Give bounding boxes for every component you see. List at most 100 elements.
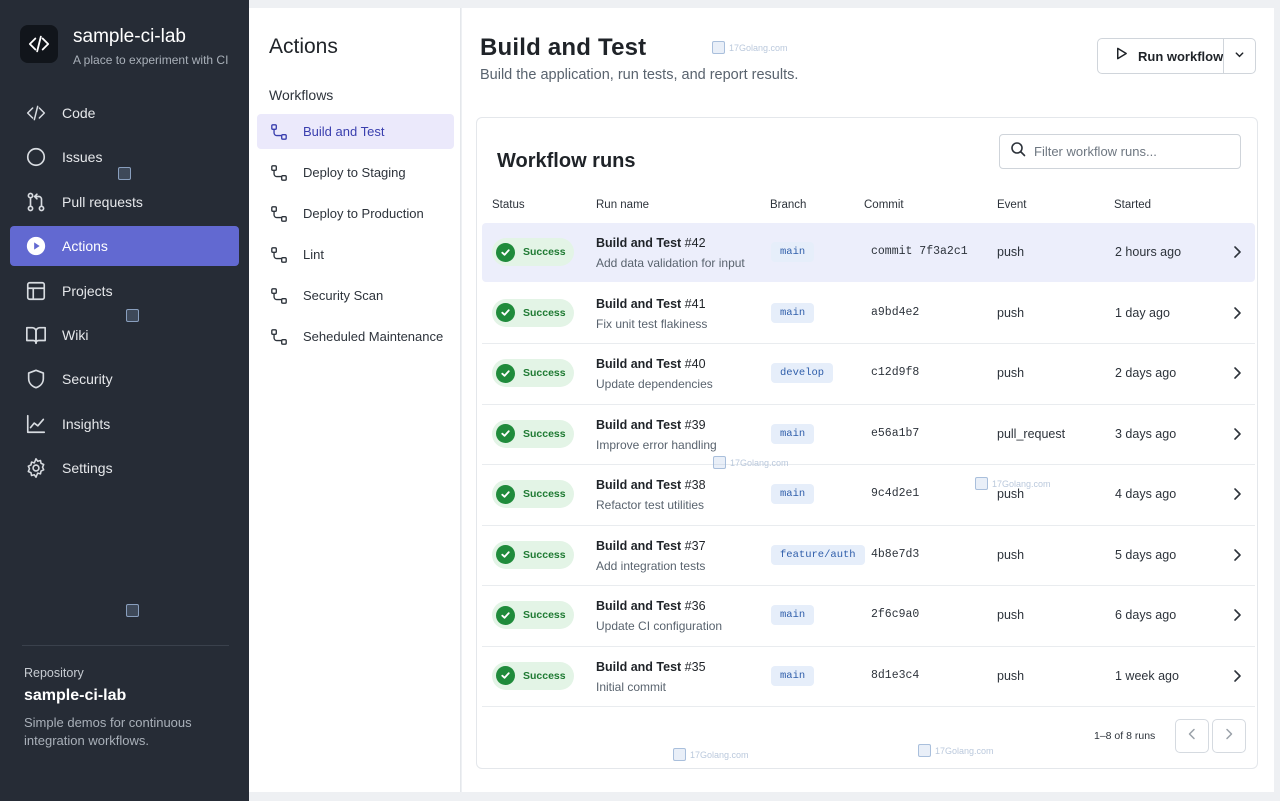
status-badge: Success <box>492 359 574 387</box>
run-row[interactable]: Success Build and Test #37 Add integrati… <box>482 526 1255 586</box>
status-badge: Success <box>492 238 574 266</box>
chevron-right-icon <box>1223 727 1235 746</box>
col-event[interactable]: Event <box>997 199 1026 211</box>
watermark-logo <box>126 604 143 617</box>
run-message: Refactor test utilities <box>596 498 705 512</box>
branch-badge[interactable]: develop <box>771 363 834 383</box>
workflow-icon <box>269 163 289 183</box>
chevron-right-icon[interactable] <box>1230 305 1244 321</box>
nav-item-code[interactable]: Code <box>10 93 239 133</box>
run-title[interactable]: Build and Test #37 <box>596 539 706 553</box>
run-row[interactable]: Success Build and Test #41 Fix unit test… <box>482 284 1255 344</box>
nav-item-label: Code <box>62 105 96 121</box>
col-branch[interactable]: Branch <box>770 199 806 211</box>
workflow-item-deploy-staging[interactable]: Deploy to Staging <box>257 155 454 190</box>
run-message: Update dependencies <box>596 377 713 391</box>
status-badge: Success <box>492 419 574 448</box>
chevron-left-icon <box>1186 727 1198 746</box>
run-title[interactable]: Build and Test #41 <box>596 297 706 311</box>
run-row[interactable]: Success Build and Test #35 Initial commi… <box>482 647 1255 707</box>
nav-item-label: Issues <box>62 149 103 166</box>
run-workflow-dropdown[interactable] <box>1223 39 1255 73</box>
workflow-label: Build and Test <box>303 124 385 139</box>
branch-badge[interactable]: main <box>771 484 815 504</box>
run-row[interactable]: Success Build and Test #42 Add data vali… <box>482 223 1255 282</box>
commit-sha[interactable]: c12d9f8 <box>871 366 919 379</box>
nav-item-actions[interactable]: Actions <box>10 226 239 267</box>
workflow-item-lint[interactable]: Lint <box>257 237 454 272</box>
branch-badge[interactable]: main <box>771 302 815 323</box>
run-title[interactable]: Build and Test #35 <box>596 660 706 674</box>
sidebar-divider <box>22 645 229 646</box>
started-time: 1 day ago <box>1115 305 1170 320</box>
chevron-right-icon[interactable] <box>1230 244 1244 260</box>
nav-item-label: Settings <box>62 460 113 477</box>
col-status[interactable]: Status <box>492 199 525 211</box>
branch-badge[interactable]: main <box>771 242 815 262</box>
run-title[interactable]: Build and Test #39 <box>596 418 706 432</box>
prev-page-button[interactable] <box>1175 719 1209 753</box>
branch-badge[interactable]: main <box>771 423 815 444</box>
watermark: 17Golang.com <box>975 477 1051 490</box>
workflow-item-build-and-test[interactable]: Build and Test <box>257 114 454 149</box>
commit-sha[interactable]: a9bd4e2 <box>871 306 919 319</box>
workflow-list: Build and Test Deploy to Staging Deploy … <box>257 114 454 360</box>
chevron-right-icon[interactable] <box>1230 426 1244 442</box>
nav-item-pull-requests[interactable]: Pull requests <box>10 182 239 222</box>
run-title[interactable]: Build and Test #36 <box>596 599 706 613</box>
workflow-icon <box>269 204 289 224</box>
commit-sha[interactable]: 8d1e3c4 <box>871 669 919 682</box>
runs-table-body: Success Build and Test #42 Add data vali… <box>482 223 1255 707</box>
repo-label: Repository <box>24 666 84 680</box>
nav-item-insights[interactable]: Insights <box>10 404 239 444</box>
workflow-item-security-scan[interactable]: Security Scan <box>257 278 454 313</box>
nav-item-wiki[interactable]: Wiki <box>10 315 239 355</box>
run-row[interactable]: Success Build and Test #38 Refactor test… <box>482 465 1255 526</box>
run-title[interactable]: Build and Test #38 <box>596 478 706 492</box>
graph-icon <box>24 412 48 436</box>
workflow-item-scheduled-maintenance[interactable]: Seheduled Maintenance <box>257 319 454 354</box>
event-type: push <box>997 608 1025 622</box>
run-row[interactable]: Success Build and Test #36 Update CI con… <box>482 586 1255 647</box>
col-commit[interactable]: Commit <box>864 199 904 211</box>
workflow-item-deploy-production[interactable]: Deploy to Production <box>257 196 454 231</box>
watermark: 17Golang.com <box>712 41 788 54</box>
watermark-logo <box>118 167 135 180</box>
run-title[interactable]: Build and Test #40 <box>596 357 706 371</box>
chevron-right-icon[interactable] <box>1230 486 1244 502</box>
workflow-runs-card: Workflow runs Status Run name Branch Com… <box>476 117 1258 769</box>
workflow-label: Seheduled Maintenance <box>303 329 444 344</box>
run-title[interactable]: Build and Test #42 <box>596 236 706 250</box>
col-run-name[interactable]: Run name <box>596 199 649 211</box>
filter-box <box>999 134 1241 169</box>
nav-item-security[interactable]: Security <box>10 359 239 399</box>
workflow-label: Deploy to Staging <box>303 165 406 180</box>
run-row[interactable]: Success Build and Test #39 Improve error… <box>482 405 1255 465</box>
chevron-right-icon[interactable] <box>1230 547 1244 563</box>
run-workflow-main[interactable]: Run workflow <box>1098 39 1223 73</box>
chevron-right-icon[interactable] <box>1230 365 1244 381</box>
workflow-icon <box>269 245 289 265</box>
branch-badge[interactable]: feature/auth <box>771 544 865 565</box>
commit-sha[interactable]: 4b8e7d3 <box>871 548 919 561</box>
next-page-button[interactable] <box>1212 719 1246 753</box>
status-badge: Success <box>492 298 574 327</box>
filter-runs-input[interactable] <box>1034 144 1234 159</box>
commit-sha[interactable]: 9c4d2e1 <box>871 487 919 500</box>
col-started[interactable]: Started <box>1114 199 1151 211</box>
commit-sha[interactable]: commit 7f3a2c1 <box>871 245 968 258</box>
repo-header[interactable]: sample-ci-lab A place to experiment with… <box>20 25 228 67</box>
branch-badge[interactable]: main <box>771 665 815 686</box>
commit-sha[interactable]: e56a1b7 <box>871 427 919 440</box>
commit-sha[interactable]: 2f6c9a0 <box>871 608 919 621</box>
repo-description: A place to experiment with CI <box>73 53 229 67</box>
branch-badge[interactable]: main <box>771 605 815 625</box>
chevron-right-icon[interactable] <box>1230 668 1244 684</box>
nav-item-settings[interactable]: Settings <box>10 448 239 488</box>
nav-item-projects[interactable]: Projects <box>10 271 239 311</box>
event-type: push <box>997 547 1025 562</box>
page-title: Build and Test <box>480 34 647 61</box>
chevron-right-icon[interactable] <box>1230 607 1244 623</box>
run-row[interactable]: Success Build and Test #40 Update depend… <box>482 344 1255 405</box>
watermark: 17Golang.com <box>673 748 749 761</box>
